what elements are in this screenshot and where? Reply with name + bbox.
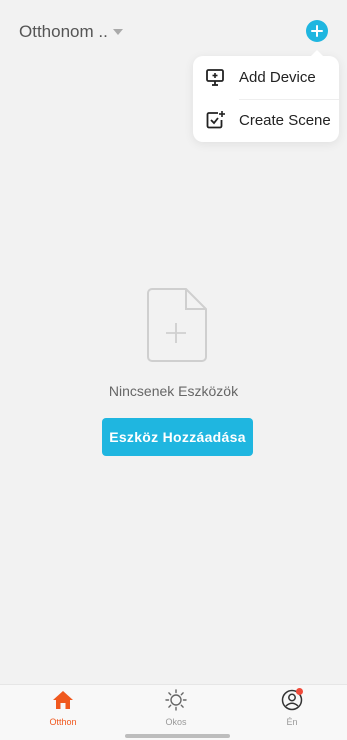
add-popup-menu: Add Device Create Scene bbox=[193, 50, 339, 142]
menu-item-label: Create Scene bbox=[239, 112, 331, 129]
bottom-tab-bar: Otthon Okos Én bbox=[0, 684, 347, 740]
add-device-button[interactable]: Eszköz Hozzáadása bbox=[102, 418, 253, 456]
home-selector[interactable]: Otthonom .. bbox=[19, 22, 123, 42]
home-icon bbox=[53, 691, 73, 709]
tab-otthon[interactable]: Otthon bbox=[23, 685, 103, 731]
add-device-icon bbox=[206, 69, 224, 86]
tab-okos[interactable]: Okos bbox=[136, 685, 216, 731]
create-scene-icon bbox=[206, 111, 225, 129]
empty-state-message: Nincsenek Eszközök bbox=[108, 383, 239, 399]
caret-down-icon bbox=[112, 29, 123, 35]
home-name: Otthonom .. bbox=[19, 22, 108, 41]
empty-document-plus-icon bbox=[147, 288, 207, 362]
app-header: Otthonom .. bbox=[0, 0, 347, 60]
add-button[interactable] bbox=[306, 20, 328, 42]
tab-label: Otthon bbox=[49, 717, 77, 727]
home-indicator bbox=[125, 734, 230, 738]
menu-item-create-scene[interactable]: Create Scene bbox=[193, 99, 339, 142]
tab-en[interactable]: Én bbox=[252, 685, 332, 731]
tab-label: Okos bbox=[165, 717, 187, 727]
sun-icon bbox=[165, 689, 187, 711]
menu-item-add-device[interactable]: Add Device bbox=[193, 56, 339, 99]
tab-label: Én bbox=[286, 717, 298, 727]
plus-icon bbox=[311, 25, 323, 37]
notification-badge bbox=[296, 688, 303, 695]
menu-item-label: Add Device bbox=[239, 69, 316, 86]
